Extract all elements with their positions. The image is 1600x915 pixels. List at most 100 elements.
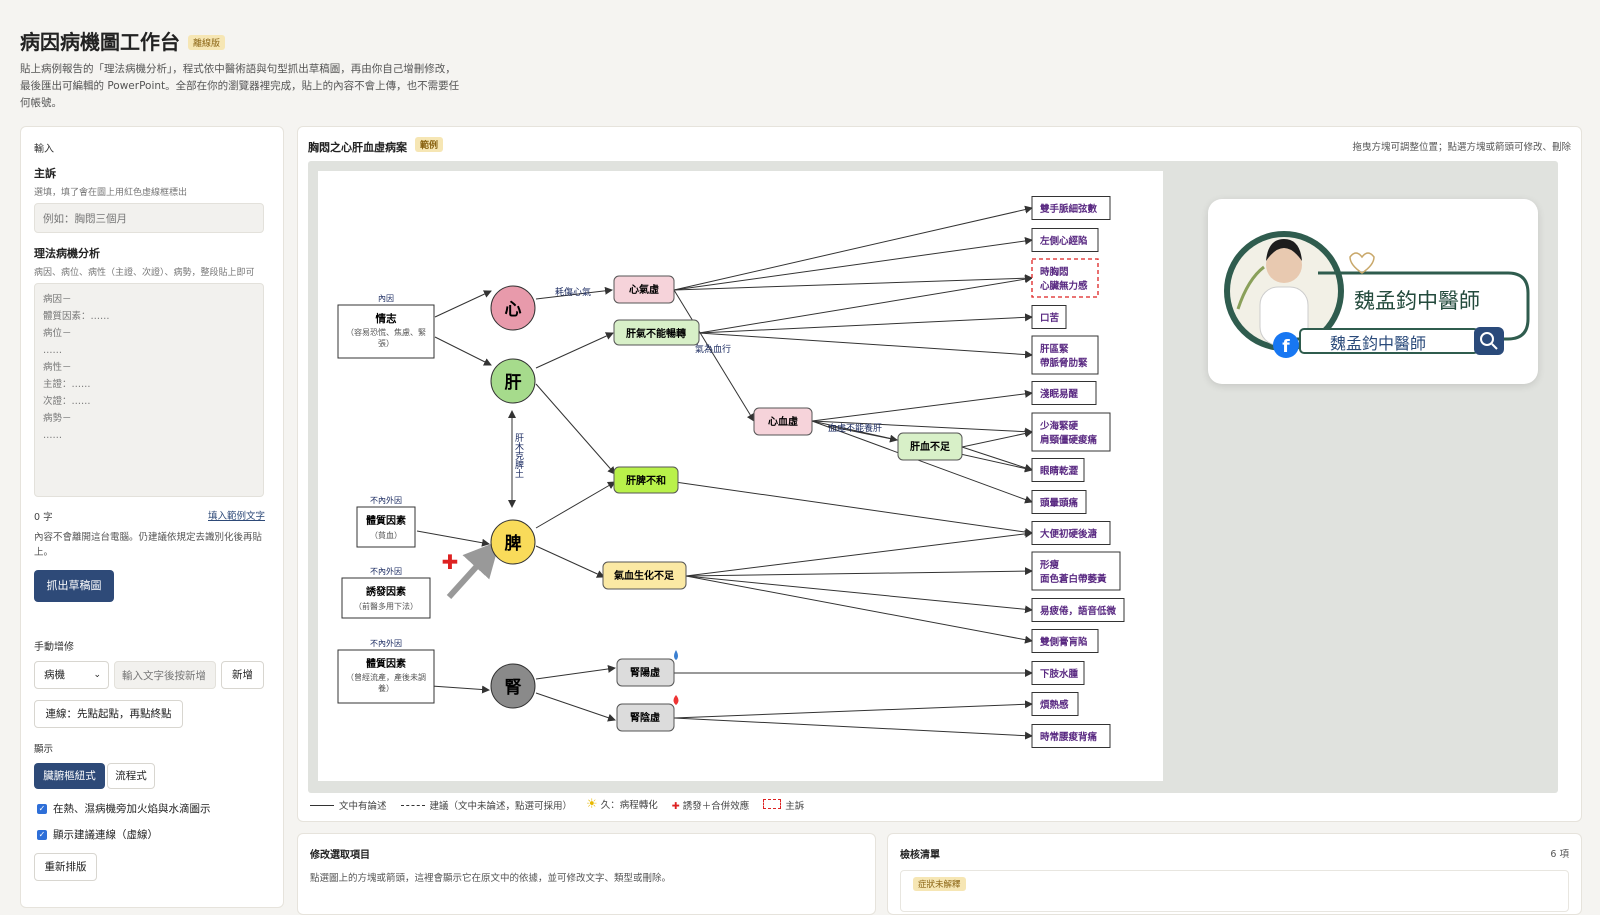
mode-hub-button[interactable]: 臟腑樞紐式: [34, 763, 105, 789]
input-heading: 輸入: [34, 144, 54, 155]
symptom-node[interactable]: 口苦: [1031, 305, 1067, 329]
dashed-line-icon: [400, 804, 425, 806]
edit-panel-title: 修改選取項目: [310, 850, 370, 861]
review-tag: 症狀未解釋: [913, 877, 966, 891]
type-select[interactable]: 病機 ⌄: [34, 661, 109, 689]
symptom-label: 肩頸僵硬痠痛: [1039, 434, 1098, 446]
symptom-node[interactable]: 眼睛乾澀: [1031, 458, 1085, 482]
symptom-node[interactable]: 下肢水腫: [1031, 661, 1085, 685]
mechanism-label: 腎陰虛: [630, 711, 660, 724]
connect-button[interactable]: 連線：先點起點，再點終點: [34, 700, 183, 728]
edge-label[interactable]: 耗傷心氣: [555, 286, 591, 298]
mechanism-node[interactable]: 肝氣不能暢轉: [613, 319, 700, 346]
app-title: 病因病機圖工作台: [20, 30, 180, 54]
symptom-node[interactable]: 時胸悶心臟無力感: [1031, 258, 1099, 298]
offline-badge: 離線版: [188, 35, 226, 50]
add-input[interactable]: 輸入文字後按新增: [114, 661, 216, 689]
symptom-label: 眼睛乾澀: [1040, 465, 1079, 477]
symptom-label: 雙側膏肓陷: [1040, 636, 1088, 648]
mechanism-node[interactable]: 心氣虛: [613, 275, 675, 304]
mechanism-node[interactable]: 肝脾不和: [613, 466, 679, 494]
review-item[interactable]: 症狀未解釋: [900, 870, 1569, 912]
profile-card[interactable]: f 魏孟鈞中醫師 魏孟鈞中醫師: [1208, 199, 1538, 384]
manual-label: 手動增修: [34, 642, 74, 653]
cause-node[interactable]: 不內外因 體質因素 （貧血）: [356, 495, 416, 548]
edges-symptoms[interactable]: [673, 205, 1033, 740]
symptom-label: 少海緊硬: [1039, 420, 1079, 432]
edge-label[interactable]: 血虛不能養肝: [828, 422, 882, 434]
cause-sub: （曾經流產，產後未調養）: [346, 673, 426, 693]
symptom-node[interactable]: 煩熱感: [1031, 692, 1079, 716]
chief-input[interactable]: 例如：胸悶三個月: [34, 203, 264, 233]
mechanism-node[interactable]: 腎陰虛: [616, 703, 675, 732]
symptom-node[interactable]: 淺眠易醒: [1031, 381, 1097, 405]
review-count: 6 項: [1550, 849, 1569, 860]
symptom-node[interactable]: 易疲倦，語音低微: [1031, 598, 1125, 622]
mechanism-label: 肝氣不能暢轉: [626, 327, 686, 340]
suggest-option[interactable]: ✓ 顯示建議連線（虛線）: [37, 827, 158, 842]
checkbox-checked-icon[interactable]: ✓: [37, 829, 47, 840]
cause-tag: 不內外因: [370, 638, 402, 648]
mechanism-label: 肝血不足: [910, 440, 951, 453]
edit-panel: 修改選取項目 點選圖上的方塊或箭頭，這裡會顯示它在原文中的依據，並可修改文字、類…: [297, 833, 876, 915]
cause-node[interactable]: 不內外因 誘發因素 （前醫多用下法）: [341, 566, 431, 619]
legend-dashed-label: 建議（文中未論述，點選可採用）: [429, 800, 573, 812]
symptom-label: 面色蒼白帶萎黃: [1040, 573, 1107, 585]
cause-tag: 內因: [378, 294, 394, 303]
symptom-node[interactable]: 頭暈頭痛: [1031, 490, 1087, 514]
organ-spleen[interactable]: 脾: [490, 519, 536, 565]
cause-node[interactable]: 內因 情志 （容易恐慌、焦慮、緊張）: [337, 294, 435, 359]
pathogenesis-diagram: ✚ 耗傷心氣 氣為血行 血虛不能養肝 肝木克脾土 內因 情志 （容易恐慌、焦慮、…: [337, 196, 1125, 748]
legend-dashed: 建議（文中未論述，點選可採用）: [400, 798, 573, 812]
display-label: 顯示: [34, 744, 54, 755]
symptom-label: 下肢水腫: [1040, 668, 1079, 680]
symptom-label: 形瘦: [1040, 559, 1060, 571]
symptom-label: 時胸悶: [1040, 266, 1069, 278]
cause-title: 體質因素: [366, 514, 406, 527]
canvas-area: ✚ 耗傷心氣 氣為血行 血虛不能養肝 肝木克脾土 內因 情志 （容易恐慌、焦慮、…: [308, 161, 1558, 793]
organ-kidney[interactable]: 腎: [490, 663, 536, 709]
solid-line-icon: [310, 804, 334, 806]
mode-flow-button[interactable]: 流程式: [107, 763, 155, 789]
heart-icon: [1349, 252, 1375, 274]
organ-heart[interactable]: 心: [490, 285, 536, 331]
type-select-value: 病機: [44, 669, 65, 681]
mechanism-node[interactable]: 心血虛: [753, 407, 813, 436]
add-button[interactable]: 新增: [221, 661, 264, 689]
edge-label-vertical[interactable]: 肝木克脾土: [513, 433, 524, 478]
symptom-node[interactable]: 大便初硬後溏: [1031, 521, 1111, 545]
fill-example-link[interactable]: 填入範例文字: [208, 508, 265, 522]
symptom-node[interactable]: 形瘦面色蒼白帶萎黃: [1031, 551, 1121, 591]
search-button[interactable]: [1474, 327, 1504, 355]
symptom-node[interactable]: 肝區緊帶脈脅肋緊: [1031, 335, 1099, 375]
chief-label: 主訴: [34, 167, 56, 180]
extract-button[interactable]: 抓出草稿圖: [34, 570, 114, 602]
mechanism-node[interactable]: 氣血生化不足: [602, 561, 687, 590]
symptom-node[interactable]: 少海緊硬肩頸僵硬痠痛: [1031, 412, 1111, 452]
mechanism-node[interactable]: 肝血不足: [897, 432, 963, 461]
checkbox-checked-icon[interactable]: ✓: [37, 803, 47, 814]
symptom-label: 淺眠易醒: [1040, 388, 1079, 400]
symptom-label: 時常腰痠背痛: [1040, 731, 1098, 743]
symptom-node[interactable]: 時常腰痠背痛: [1031, 724, 1111, 748]
organ-liver[interactable]: 肝: [490, 358, 536, 404]
review-panel: 檢核清單 6 項 症狀未解釋: [887, 833, 1582, 915]
symptom-node[interactable]: 雙手脈細弦數: [1031, 196, 1111, 220]
suggest-option-label: 顯示建議連線（虛線）: [53, 829, 158, 841]
mechanism-node[interactable]: 腎陽虛: [616, 658, 675, 687]
mechanism-label: 腎陽虛: [630, 666, 660, 679]
cause-node[interactable]: 不內外因 體質因素 （曾經流產，產後未調養）: [337, 638, 435, 704]
symptom-node[interactable]: 左側心經陷: [1031, 228, 1099, 252]
symptom-label: 左側心經陷: [1039, 235, 1088, 247]
symptom-node[interactable]: 雙側膏肓陷: [1031, 629, 1099, 653]
analysis-textarea[interactable]: 病因－ 體質因素：…… 病位－ …… 病性－ 主證：…… 次證：…… 病勢－ ……: [34, 283, 264, 497]
induce-cross-icon: ✚: [442, 550, 459, 574]
symptom-label: 大便初硬後溏: [1040, 528, 1098, 540]
cause-title: 誘發因素: [366, 585, 406, 598]
icons-option[interactable]: ✓ 在熱、濕病機旁加火焰與水滴圖示: [37, 801, 211, 816]
cross-icon: ✚: [671, 800, 680, 812]
relayout-button[interactable]: 重新排版: [34, 853, 97, 881]
char-count: 0 字: [34, 512, 53, 523]
edge-label[interactable]: 氣為血行: [695, 343, 731, 355]
input-panel: 輸入 主訴 選填，填了會在圖上用紅色虛線框標出 例如：胸悶三個月 理法病機分析 …: [20, 126, 284, 908]
